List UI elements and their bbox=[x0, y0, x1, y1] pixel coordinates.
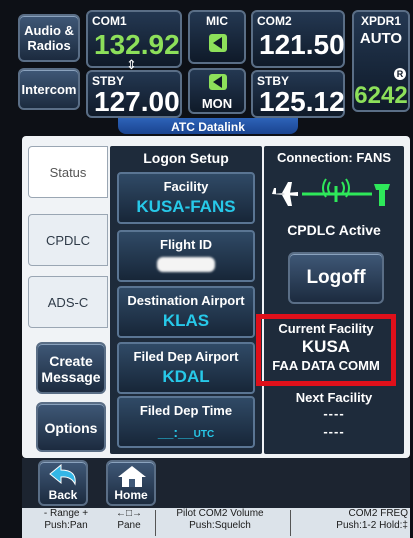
com2-active-button[interactable]: COM2 121.50 bbox=[251, 10, 345, 68]
flight-id-label: Flight ID bbox=[160, 237, 212, 252]
home-icon bbox=[118, 466, 146, 487]
mon-active-icon bbox=[209, 74, 227, 90]
next-facility-value-1: ---- bbox=[323, 406, 345, 421]
filed-dep-airport-button[interactable]: Filed Dep Airport KDAL bbox=[117, 342, 255, 394]
airplane-icon bbox=[272, 182, 298, 206]
xpdr1-code: 6242 bbox=[354, 82, 408, 109]
com2-standby-frequency: 125.12 bbox=[259, 86, 345, 117]
connection-header: Connection: FANS bbox=[276, 150, 392, 165]
gtc-touchscreen: Audio & Radios Intercom COM1 132.92 ⇕ ST… bbox=[0, 0, 413, 538]
current-facility-label: Current Facility bbox=[278, 321, 374, 336]
softkey-com2-volume-label: Pilot COM2 Volume bbox=[176, 508, 264, 519]
softkey-divider bbox=[155, 510, 156, 536]
page-title: ATC Datalink bbox=[171, 120, 245, 134]
intercom-button[interactable]: Intercom bbox=[18, 68, 80, 110]
next-facility-value-2: ---- bbox=[323, 424, 345, 439]
xpdr1-label: XPDR1 bbox=[360, 14, 401, 28]
filed-dep-time-button[interactable]: Filed Dep Time __:__UTC bbox=[117, 396, 255, 448]
softkey-pane[interactable]: ←□→ Pane bbox=[104, 508, 154, 538]
datalink-connection-icon bbox=[272, 178, 390, 206]
logon-setup-header: Logon Setup bbox=[143, 150, 229, 166]
pane-arrows-icon: ←□→ bbox=[115, 508, 143, 519]
softkey-range-pan[interactable]: - Range + Push:Pan bbox=[30, 508, 102, 538]
destination-airport-value: KLAS bbox=[162, 311, 210, 330]
softkey-divider bbox=[290, 510, 291, 536]
xpdr-reply-icon: R bbox=[394, 68, 406, 80]
softkey-pane-label: Pane bbox=[117, 520, 141, 531]
audio-radios-button[interactable]: Audio & Radios bbox=[18, 14, 80, 62]
softkey-com2-push-label: Push:1-2 Hold:‡ bbox=[336, 520, 408, 531]
logoff-button[interactable]: Logoff bbox=[288, 252, 384, 304]
current-facility-id: KUSA bbox=[301, 337, 351, 356]
com1-standby-button[interactable]: STBY 127.00 bbox=[86, 70, 182, 118]
facility-label: Facility bbox=[163, 179, 209, 194]
tab-status[interactable]: Status bbox=[28, 146, 108, 198]
back-button[interactable]: Back bbox=[38, 460, 88, 506]
xpdr1-mode: AUTO bbox=[359, 30, 403, 47]
page-title-bar: ATC Datalink bbox=[118, 118, 298, 134]
mic-active-icon bbox=[209, 34, 227, 52]
facility-button[interactable]: Facility KUSA-FANS bbox=[117, 172, 255, 224]
filed-dep-time-label: Filed Dep Time bbox=[139, 403, 233, 418]
destination-airport-button[interactable]: Destination Airport KLAS bbox=[117, 286, 255, 338]
radio-tower-icon bbox=[322, 178, 350, 202]
mic-button[interactable]: MIC bbox=[188, 10, 246, 64]
softkey-com2-freq-label: COM2 FREQ bbox=[348, 508, 408, 519]
home-label: Home bbox=[114, 488, 148, 502]
flight-id-redacted bbox=[157, 257, 215, 272]
softkey-com2-volume[interactable]: Pilot COM2 Volume Push:Squelch bbox=[160, 508, 280, 538]
filed-dep-time-unit: UTC bbox=[193, 429, 215, 440]
current-facility-box: Current Facility KUSA FAA DATA COMM bbox=[256, 314, 396, 386]
create-message-button[interactable]: Create Message bbox=[36, 342, 106, 394]
com2-standby-button[interactable]: STBY 125.12 bbox=[251, 70, 345, 118]
com2-label: COM2 bbox=[257, 14, 292, 28]
cpdlc-status: CPDLC Active bbox=[287, 222, 381, 238]
next-facility-label: Next Facility bbox=[295, 390, 373, 405]
destination-airport-label: Destination Airport bbox=[127, 293, 245, 308]
softkey-range-label: - Range + bbox=[43, 508, 89, 519]
facility-value: KUSA-FANS bbox=[136, 197, 236, 216]
control-tower-icon bbox=[374, 184, 390, 206]
com1-label: COM1 bbox=[92, 14, 127, 28]
softkey-com2-freq[interactable]: COM2 FREQ Push:1-2 Hold:‡ bbox=[300, 508, 408, 538]
softkey-squelch-label: Push:Squelch bbox=[189, 520, 251, 531]
tab-cpdlc[interactable]: CPDLC bbox=[28, 214, 108, 266]
tab-ads-c[interactable]: ADS-C bbox=[28, 276, 108, 328]
mic-label: MIC bbox=[206, 14, 228, 28]
mon-label: MON bbox=[201, 96, 233, 111]
home-button[interactable]: Home bbox=[106, 460, 156, 506]
back-arrow-icon bbox=[49, 464, 76, 486]
flight-id-button[interactable]: Flight ID bbox=[117, 230, 255, 282]
com1-standby-frequency: 127.00 bbox=[94, 86, 180, 117]
filed-dep-airport-value: KDAL bbox=[162, 367, 210, 386]
com2-active-frequency: 121.50 bbox=[259, 29, 345, 60]
softkey-pan-label: Push:Pan bbox=[44, 520, 88, 531]
back-label: Back bbox=[48, 488, 78, 502]
xpdr1-button[interactable]: XPDR1 AUTO R 6242 bbox=[352, 10, 410, 112]
mon-button[interactable]: MON bbox=[188, 68, 246, 114]
filed-dep-time-value: __:__ bbox=[157, 424, 194, 440]
filed-dep-airport-label: Filed Dep Airport bbox=[133, 349, 239, 364]
options-button[interactable]: Options bbox=[36, 402, 106, 452]
current-facility-name: FAA DATA COMM bbox=[272, 358, 380, 373]
